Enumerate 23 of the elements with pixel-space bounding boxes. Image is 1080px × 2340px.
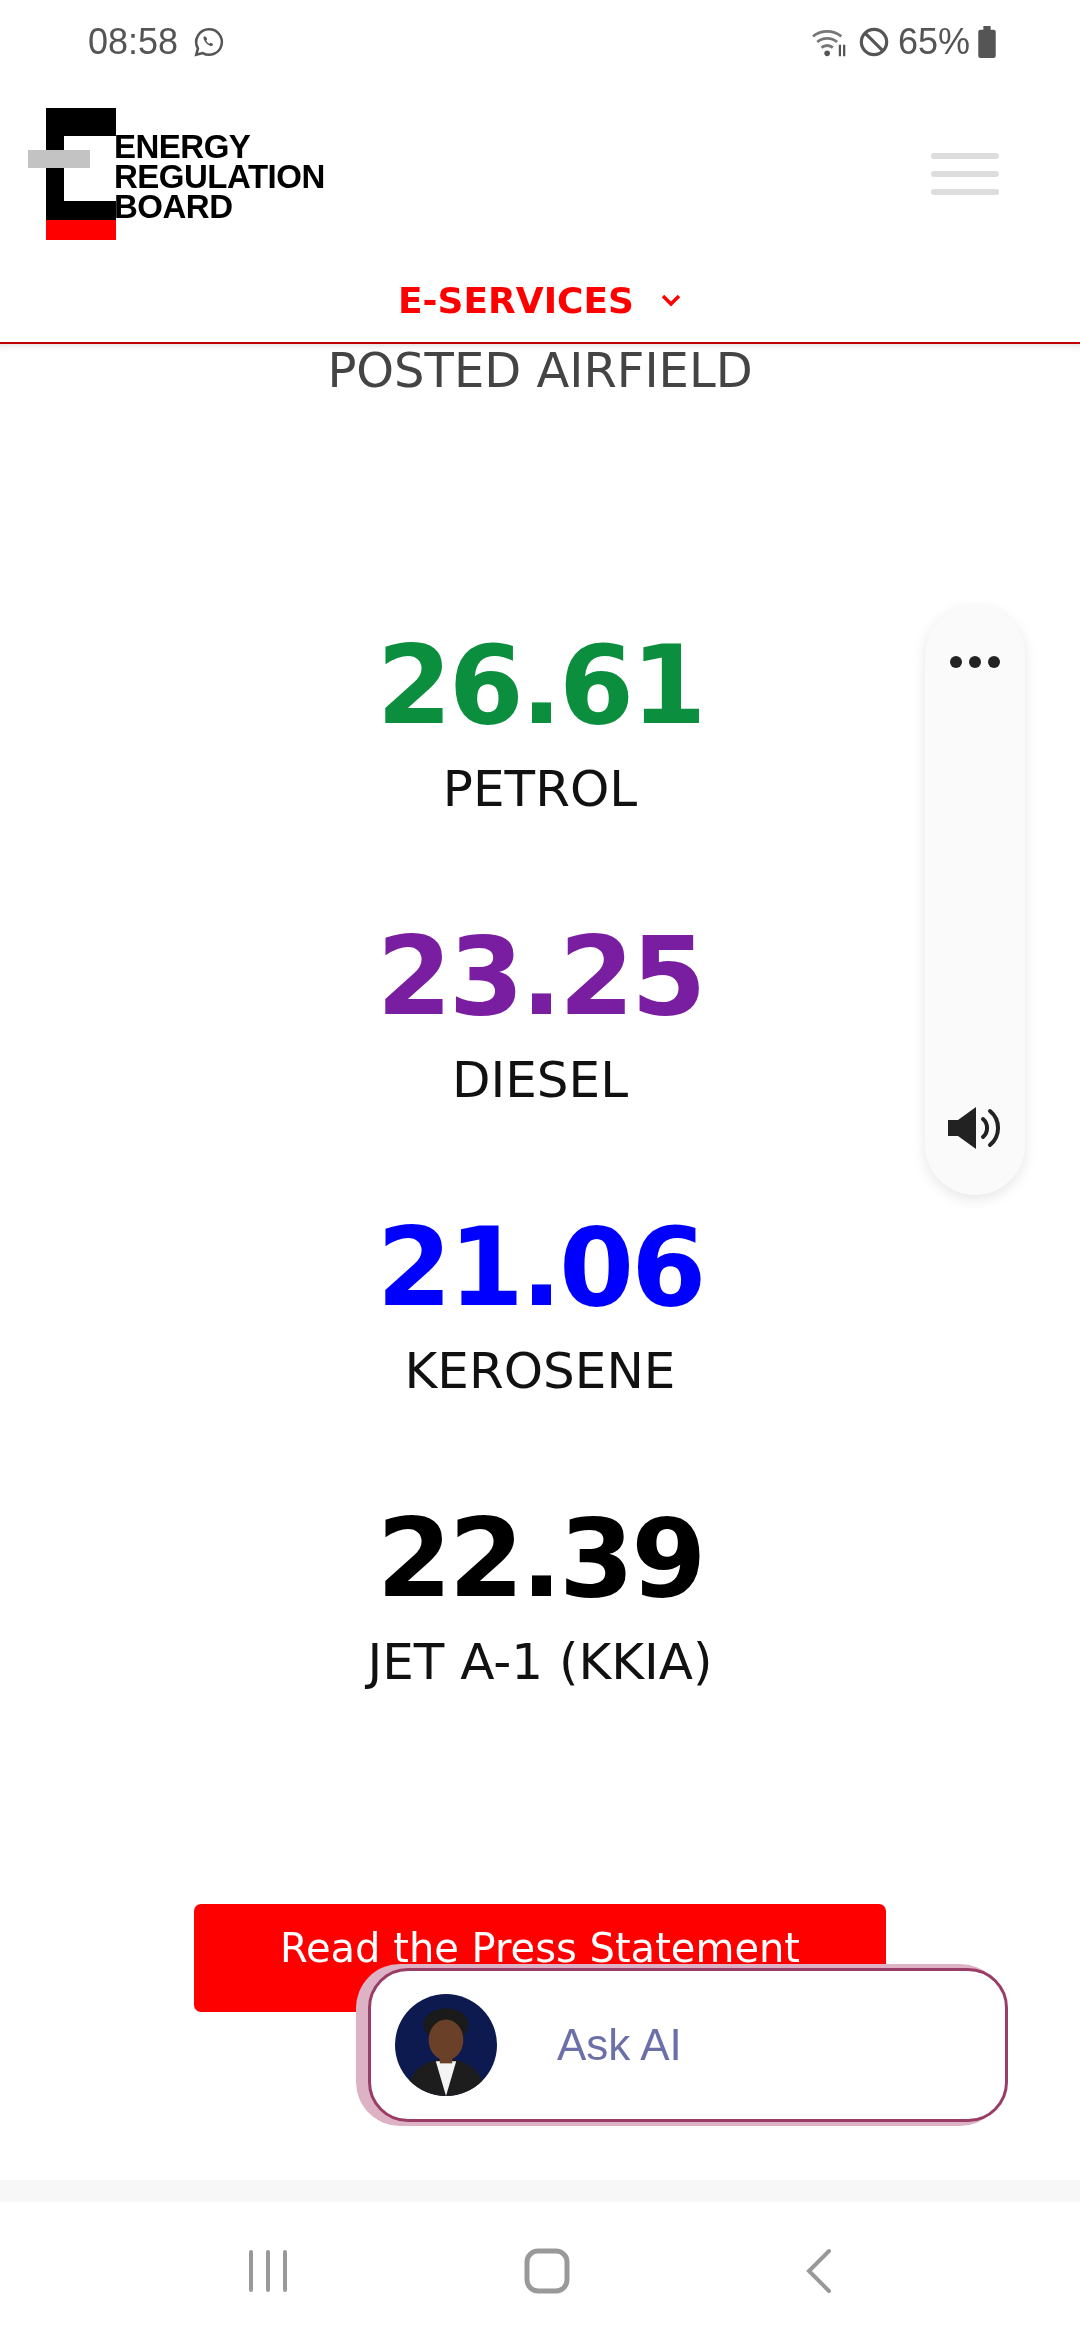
recent-apps-icon[interactable] <box>247 2249 290 2293</box>
battery-icon <box>978 26 996 58</box>
battery-percent: 65% <box>897 21 970 63</box>
speaker-icon[interactable] <box>948 1106 1002 1150</box>
price-value: 22.39 <box>376 1498 704 1620</box>
status-time: 08:58 <box>88 21 179 63</box>
fuel-label: PETROL <box>442 759 638 820</box>
fuel-label: DIESEL <box>451 1050 628 1111</box>
logo-text-line: ENERGY <box>114 132 252 162</box>
home-icon[interactable] <box>524 2248 570 2294</box>
section-title: POSTED AIRFIELD <box>327 341 753 400</box>
price-value: 26.61 <box>376 625 704 747</box>
chevron-down-icon <box>660 293 682 307</box>
fuel-label: KEROSENE <box>404 1341 676 1402</box>
logo-text-line: BOARD <box>114 192 234 222</box>
do-not-disturb-icon <box>857 26 890 58</box>
logo-text-line: REGULATION <box>114 162 325 192</box>
e-services-menu[interactable]: E-SERVICES <box>398 264 682 342</box>
back-icon[interactable] <box>804 2248 833 2294</box>
fuel-label: JET A-1 (KKIA) <box>367 1632 713 1693</box>
price-value: 23.25 <box>376 916 704 1038</box>
more-options-icon[interactable] <box>949 655 1001 669</box>
price-value: 21.06 <box>376 1207 704 1329</box>
